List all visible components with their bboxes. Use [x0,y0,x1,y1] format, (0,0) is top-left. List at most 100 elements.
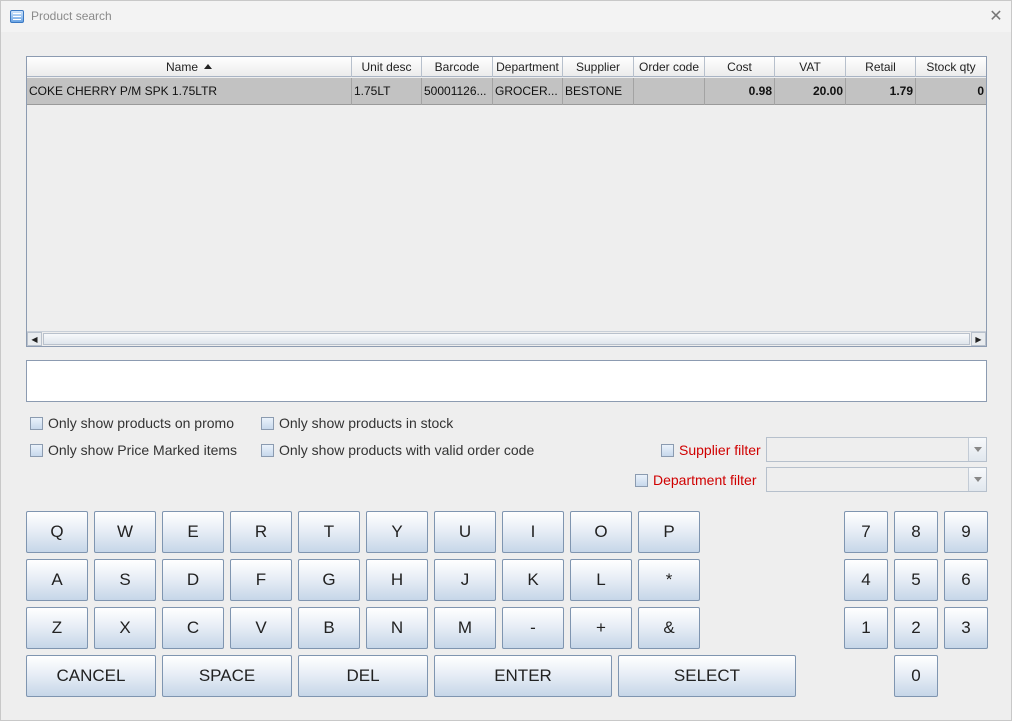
cancel-button[interactable]: CANCEL [26,655,156,697]
cell-order-code [634,78,705,105]
column-header-retail[interactable]: Retail [846,57,916,77]
key-asterisk[interactable]: * [638,559,700,601]
window-title: Product search [31,9,112,23]
key-j[interactable]: J [434,559,496,601]
column-header-stock-qty[interactable]: Stock qty [916,57,986,77]
promo-label: Only show products on promo [48,415,234,431]
numpad-1[interactable]: 1 [844,607,888,649]
price-marked-label: Only show Price Marked items [48,442,238,458]
supplier-filter-label: Supplier filter [679,442,761,458]
department-filter-label: Department filter [653,472,757,488]
column-header-department[interactable]: Department [493,57,563,77]
cell-supplier: BESTONE [563,78,634,105]
department-filter-dropdown[interactable] [766,467,987,492]
cell-cost: 0.98 [705,78,775,105]
checkbox-box[interactable] [635,473,648,487]
key-z[interactable]: Z [26,607,88,649]
key-u[interactable]: U [434,511,496,553]
delete-button[interactable]: DEL [298,655,428,697]
product-table: Name Unit desc Barcode Department Suppli… [26,56,987,347]
key-d[interactable]: D [162,559,224,601]
numpad-3[interactable]: 3 [944,607,988,649]
key-i[interactable]: I [502,511,564,553]
in-stock-checkbox[interactable]: Only show products in stock [261,414,453,432]
key-a[interactable]: A [26,559,88,601]
numpad-6[interactable]: 6 [944,559,988,601]
column-header-unit-desc[interactable]: Unit desc [352,57,422,77]
key-k[interactable]: K [502,559,564,601]
checkbox-box[interactable] [261,416,274,430]
price-marked-checkbox[interactable]: Only show Price Marked items [30,441,237,459]
product-search-window: Product search ✕ Name Unit desc Barcode … [0,0,1012,721]
select-button[interactable]: SELECT [618,655,796,697]
numpad-4[interactable]: 4 [844,559,888,601]
horizontal-scrollbar[interactable]: ◀ ▶ [27,331,986,346]
cell-vat: 20.00 [775,78,846,105]
scroll-left-icon[interactable]: ◀ [27,332,42,346]
column-header-barcode[interactable]: Barcode [422,57,493,77]
promo-checkbox[interactable]: Only show products on promo [30,414,234,432]
checkbox-box[interactable] [30,416,43,430]
chevron-down-icon[interactable] [968,438,986,461]
checkbox-box[interactable] [661,443,674,457]
key-n[interactable]: N [366,607,428,649]
key-c[interactable]: C [162,607,224,649]
key-b[interactable]: B [298,607,360,649]
scroll-right-icon[interactable]: ▶ [971,332,986,346]
key-q[interactable]: Q [26,511,88,553]
numpad-0[interactable]: 0 [894,655,938,697]
title-bar: Product search ✕ [1,1,1011,32]
numpad-5[interactable]: 5 [894,559,938,601]
checkbox-box[interactable] [30,443,43,457]
key-s[interactable]: S [94,559,156,601]
key-o[interactable]: O [570,511,632,553]
numpad-2[interactable]: 2 [894,607,938,649]
supplier-filter-checkbox[interactable]: Supplier filter [661,441,761,459]
sort-ascending-icon [204,64,212,69]
valid-order-code-label: Only show products with valid order code [279,442,535,458]
column-header-vat[interactable]: VAT [775,57,846,77]
key-e[interactable]: E [162,511,224,553]
key-h[interactable]: H [366,559,428,601]
key-p[interactable]: P [638,511,700,553]
key-r[interactable]: R [230,511,292,553]
key-g[interactable]: G [298,559,360,601]
cell-name: COKE CHERRY P/M SPK 1.75LTR [27,78,352,105]
numpad-8[interactable]: 8 [894,511,938,553]
column-header-order-code[interactable]: Order code [634,57,705,77]
cell-barcode: 50001126... [422,78,493,105]
key-l[interactable]: L [570,559,632,601]
numpad-9[interactable]: 9 [944,511,988,553]
scrollbar-thumb[interactable] [43,333,970,345]
app-icon [10,10,24,23]
key-plus[interactable]: + [570,607,632,649]
numpad-7[interactable]: 7 [844,511,888,553]
supplier-filter-dropdown[interactable] [766,437,987,462]
key-minus[interactable]: - [502,607,564,649]
column-header-cost[interactable]: Cost [705,57,775,77]
key-m[interactable]: M [434,607,496,649]
key-t[interactable]: T [298,511,360,553]
in-stock-label: Only show products in stock [279,415,454,431]
key-y[interactable]: Y [366,511,428,553]
column-header-supplier[interactable]: Supplier [563,57,634,77]
checkbox-box[interactable] [261,443,274,457]
search-input[interactable] [26,360,987,402]
cell-stock-qty: 0 [977,84,984,98]
cell-unit-desc: 1.75LT [352,78,422,105]
space-button[interactable]: SPACE [162,655,292,697]
key-ampersand[interactable]: & [638,607,700,649]
key-w[interactable]: W [94,511,156,553]
key-x[interactable]: X [94,607,156,649]
valid-order-code-checkbox[interactable]: Only show products with valid order code [261,441,534,459]
table-row[interactable]: COKE CHERRY P/M SPK 1.75LTR 1.75LT 50001… [27,78,986,105]
table-header: Name Unit desc Barcode Department Suppli… [27,57,986,77]
cell-retail: 1.79 [846,78,916,105]
key-f[interactable]: F [230,559,292,601]
close-button[interactable]: ✕ [983,5,1009,27]
column-header-name[interactable]: Name [27,57,352,77]
department-filter-checkbox[interactable]: Department filter [635,471,756,489]
key-v[interactable]: V [230,607,292,649]
enter-button[interactable]: ENTER [434,655,612,697]
chevron-down-icon[interactable] [968,468,986,491]
